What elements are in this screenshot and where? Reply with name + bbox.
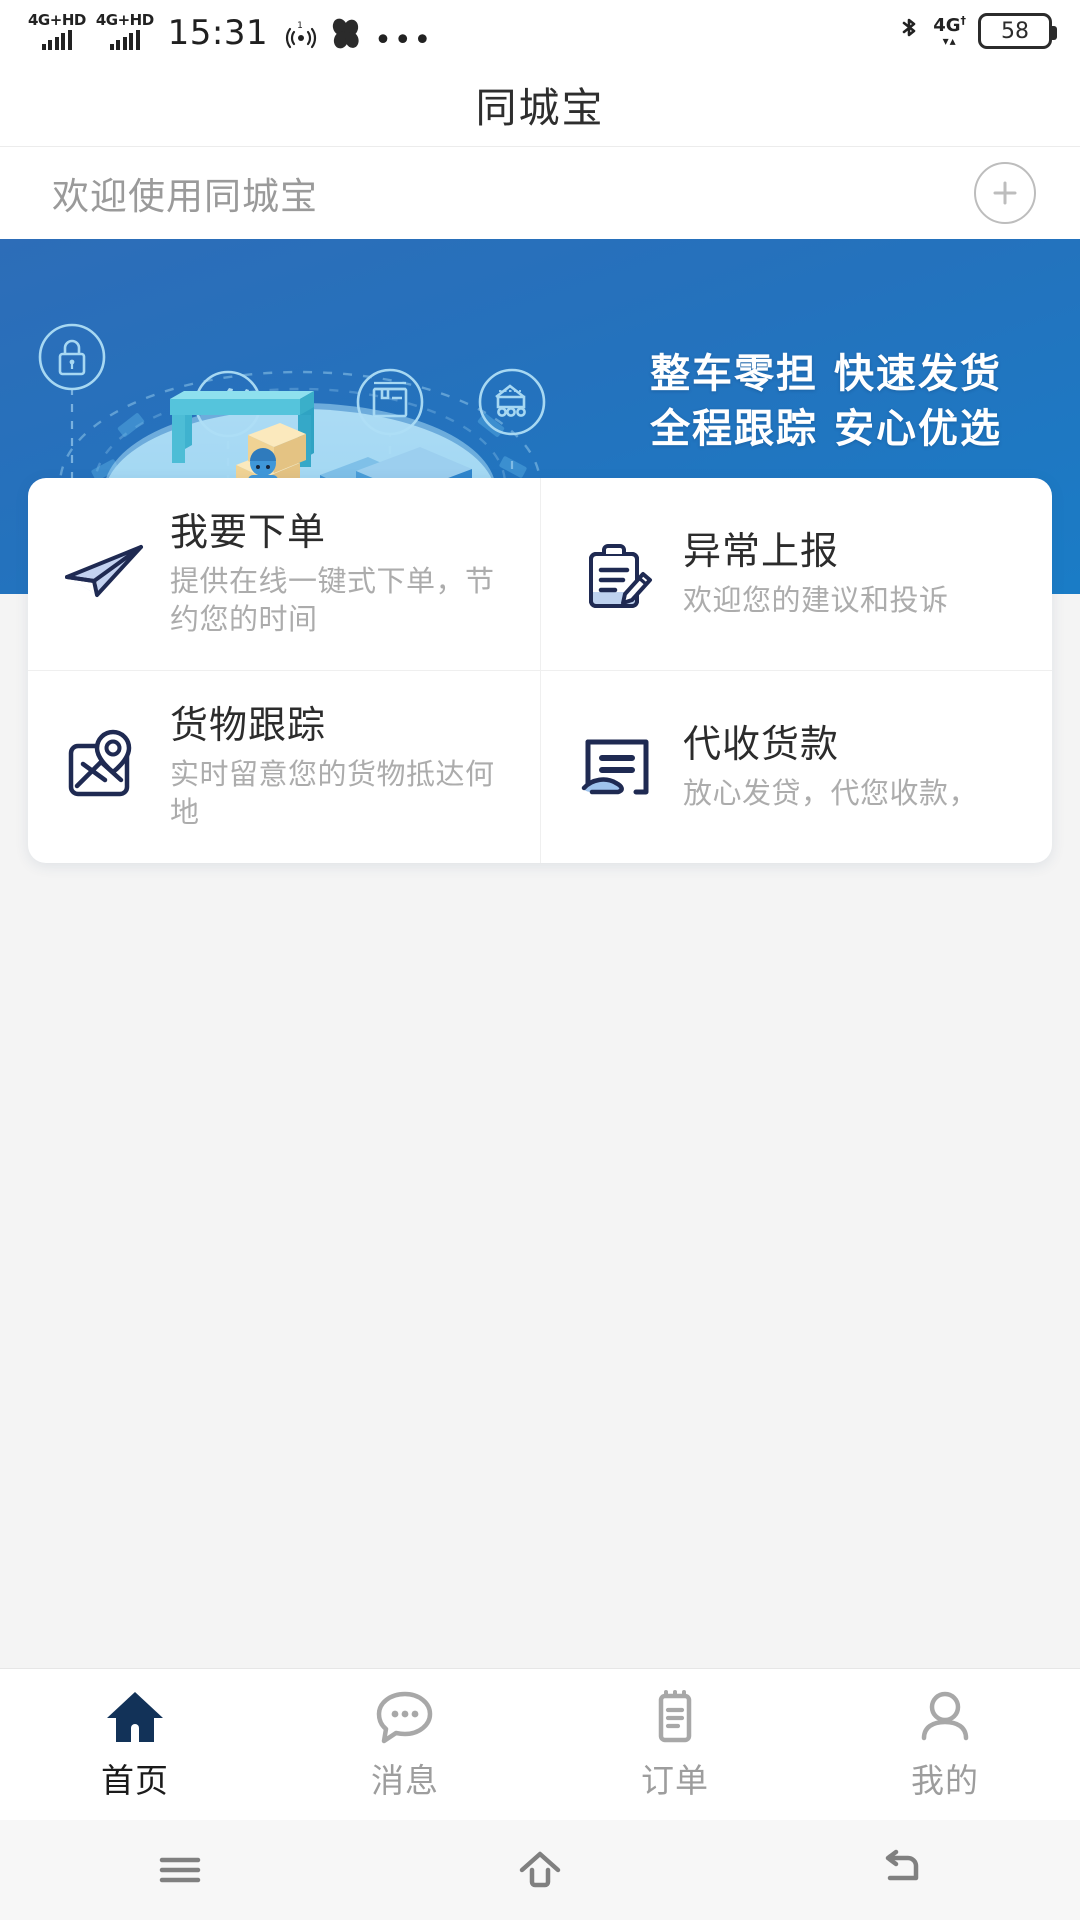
welcome-text: 欢迎使用同城宝	[52, 166, 318, 220]
app-badge-icon	[328, 16, 364, 50]
feature-desc: 提供在线一键式下单，节约您的时间	[170, 562, 522, 639]
cash-on-delivery-icon	[565, 730, 669, 804]
banner-slogan-line1: 整车零担 快速发货	[650, 347, 1002, 402]
back-arrow-icon[interactable]	[720, 1848, 1080, 1892]
home-icon	[104, 1688, 166, 1746]
page-title: 同城宝	[476, 74, 605, 134]
feature-desc: 实时留意您的货物抵达何地	[170, 755, 522, 832]
banner-slogan-line2: 全程跟踪 安心优选	[650, 402, 1002, 457]
battery-indicator: 58	[978, 13, 1052, 49]
map-pin-icon	[52, 728, 156, 806]
sim1-bars-icon	[42, 30, 72, 50]
bluetooth-icon	[897, 14, 921, 48]
menu-icon[interactable]	[0, 1850, 360, 1890]
tab-profile[interactable]: 我的	[810, 1669, 1080, 1820]
plus-circle-icon[interactable]	[974, 162, 1036, 224]
feature-title: 异常上报	[683, 529, 1034, 575]
message-icon	[374, 1688, 436, 1746]
feature-text-cargo-tracking: 货物跟踪 实时留意您的货物抵达何地	[156, 703, 522, 831]
mobile-data-icon: 4G† ▾▴	[933, 15, 966, 47]
battery-level-text: 58	[1001, 19, 1029, 44]
feature-text-place-order: 我要下单 提供在线一键式下单，节约您的时间	[156, 510, 522, 638]
tab-orders[interactable]: 订单	[540, 1669, 810, 1820]
more-dots-icon: •••	[374, 32, 433, 50]
tab-messages[interactable]: 消息	[270, 1669, 540, 1820]
sim2-signal: 4G+HD	[96, 13, 154, 50]
sim2-network-label: 4G+HD	[96, 13, 154, 28]
feature-title: 代收货款	[683, 722, 1034, 768]
feature-cell-exception-report[interactable]: 异常上报 欢迎您的建议和投诉	[540, 478, 1052, 670]
sim1-signal: 4G+HD	[28, 13, 86, 50]
sim2-bars-icon	[110, 30, 140, 50]
feature-desc: 欢迎您的建议和投诉	[683, 581, 1034, 619]
app-title-bar: 同城宝	[0, 62, 1080, 147]
feature-row-2: 货物跟踪 实时留意您的货物抵达何地 代收货款	[28, 670, 1052, 863]
feature-title: 货物跟踪	[170, 703, 522, 749]
paper-plane-icon	[52, 539, 156, 609]
hotspot-icon: 1	[284, 18, 318, 50]
feature-card: 我要下单 提供在线一键式下单，节约您的时间	[28, 478, 1052, 863]
tab-label: 我的	[911, 1754, 979, 1802]
feature-text-cash-on-delivery: 代收货款 放心发贷，代您收款，	[669, 722, 1034, 812]
feature-desc: 放心发贷，代您收款，	[683, 774, 1034, 812]
sim1-network-label: 4G+HD	[28, 13, 86, 28]
tab-label: 消息	[371, 1754, 439, 1802]
tab-label: 订单	[641, 1754, 709, 1802]
status-clock: 15:31	[168, 16, 268, 50]
order-icon	[644, 1688, 706, 1746]
feature-cell-place-order[interactable]: 我要下单 提供在线一键式下单，节约您的时间	[28, 478, 540, 670]
status-right-group: 4G† ▾▴ 58	[897, 13, 1052, 49]
status-left-group: 4G+HD 4G+HD 15:31 1	[28, 13, 433, 50]
welcome-bar: 欢迎使用同城宝	[0, 147, 1080, 239]
banner-slogan: 整车零担 快速发货 全程跟踪 安心优选	[650, 347, 1002, 457]
svg-text:1: 1	[297, 21, 303, 31]
profile-icon	[914, 1688, 976, 1746]
android-nav-bar	[0, 1820, 1080, 1920]
feature-row-1: 我要下单 提供在线一键式下单，节约您的时间	[28, 478, 1052, 670]
tab-label: 首页	[101, 1754, 169, 1802]
tab-home[interactable]: 首页	[0, 1669, 270, 1820]
status-bar: 4G+HD 4G+HD 15:31 1	[0, 0, 1080, 62]
feature-title: 我要下单	[170, 510, 522, 556]
bottom-tab-bar: 首页 消息 订单 我的	[0, 1668, 1080, 1820]
feature-cell-cargo-tracking[interactable]: 货物跟踪 实时留意您的货物抵达何地	[28, 671, 540, 863]
feature-card-wrap: 我要下单 提供在线一键式下单，节约您的时间	[0, 478, 1080, 863]
home-outline-icon[interactable]	[360, 1848, 720, 1892]
feature-text-exception-report: 异常上报 欢迎您的建议和投诉	[669, 529, 1034, 619]
feature-cell-cash-on-delivery[interactable]: 代收货款 放心发贷，代您收款，	[540, 671, 1052, 863]
clipboard-edit-icon	[565, 534, 669, 614]
